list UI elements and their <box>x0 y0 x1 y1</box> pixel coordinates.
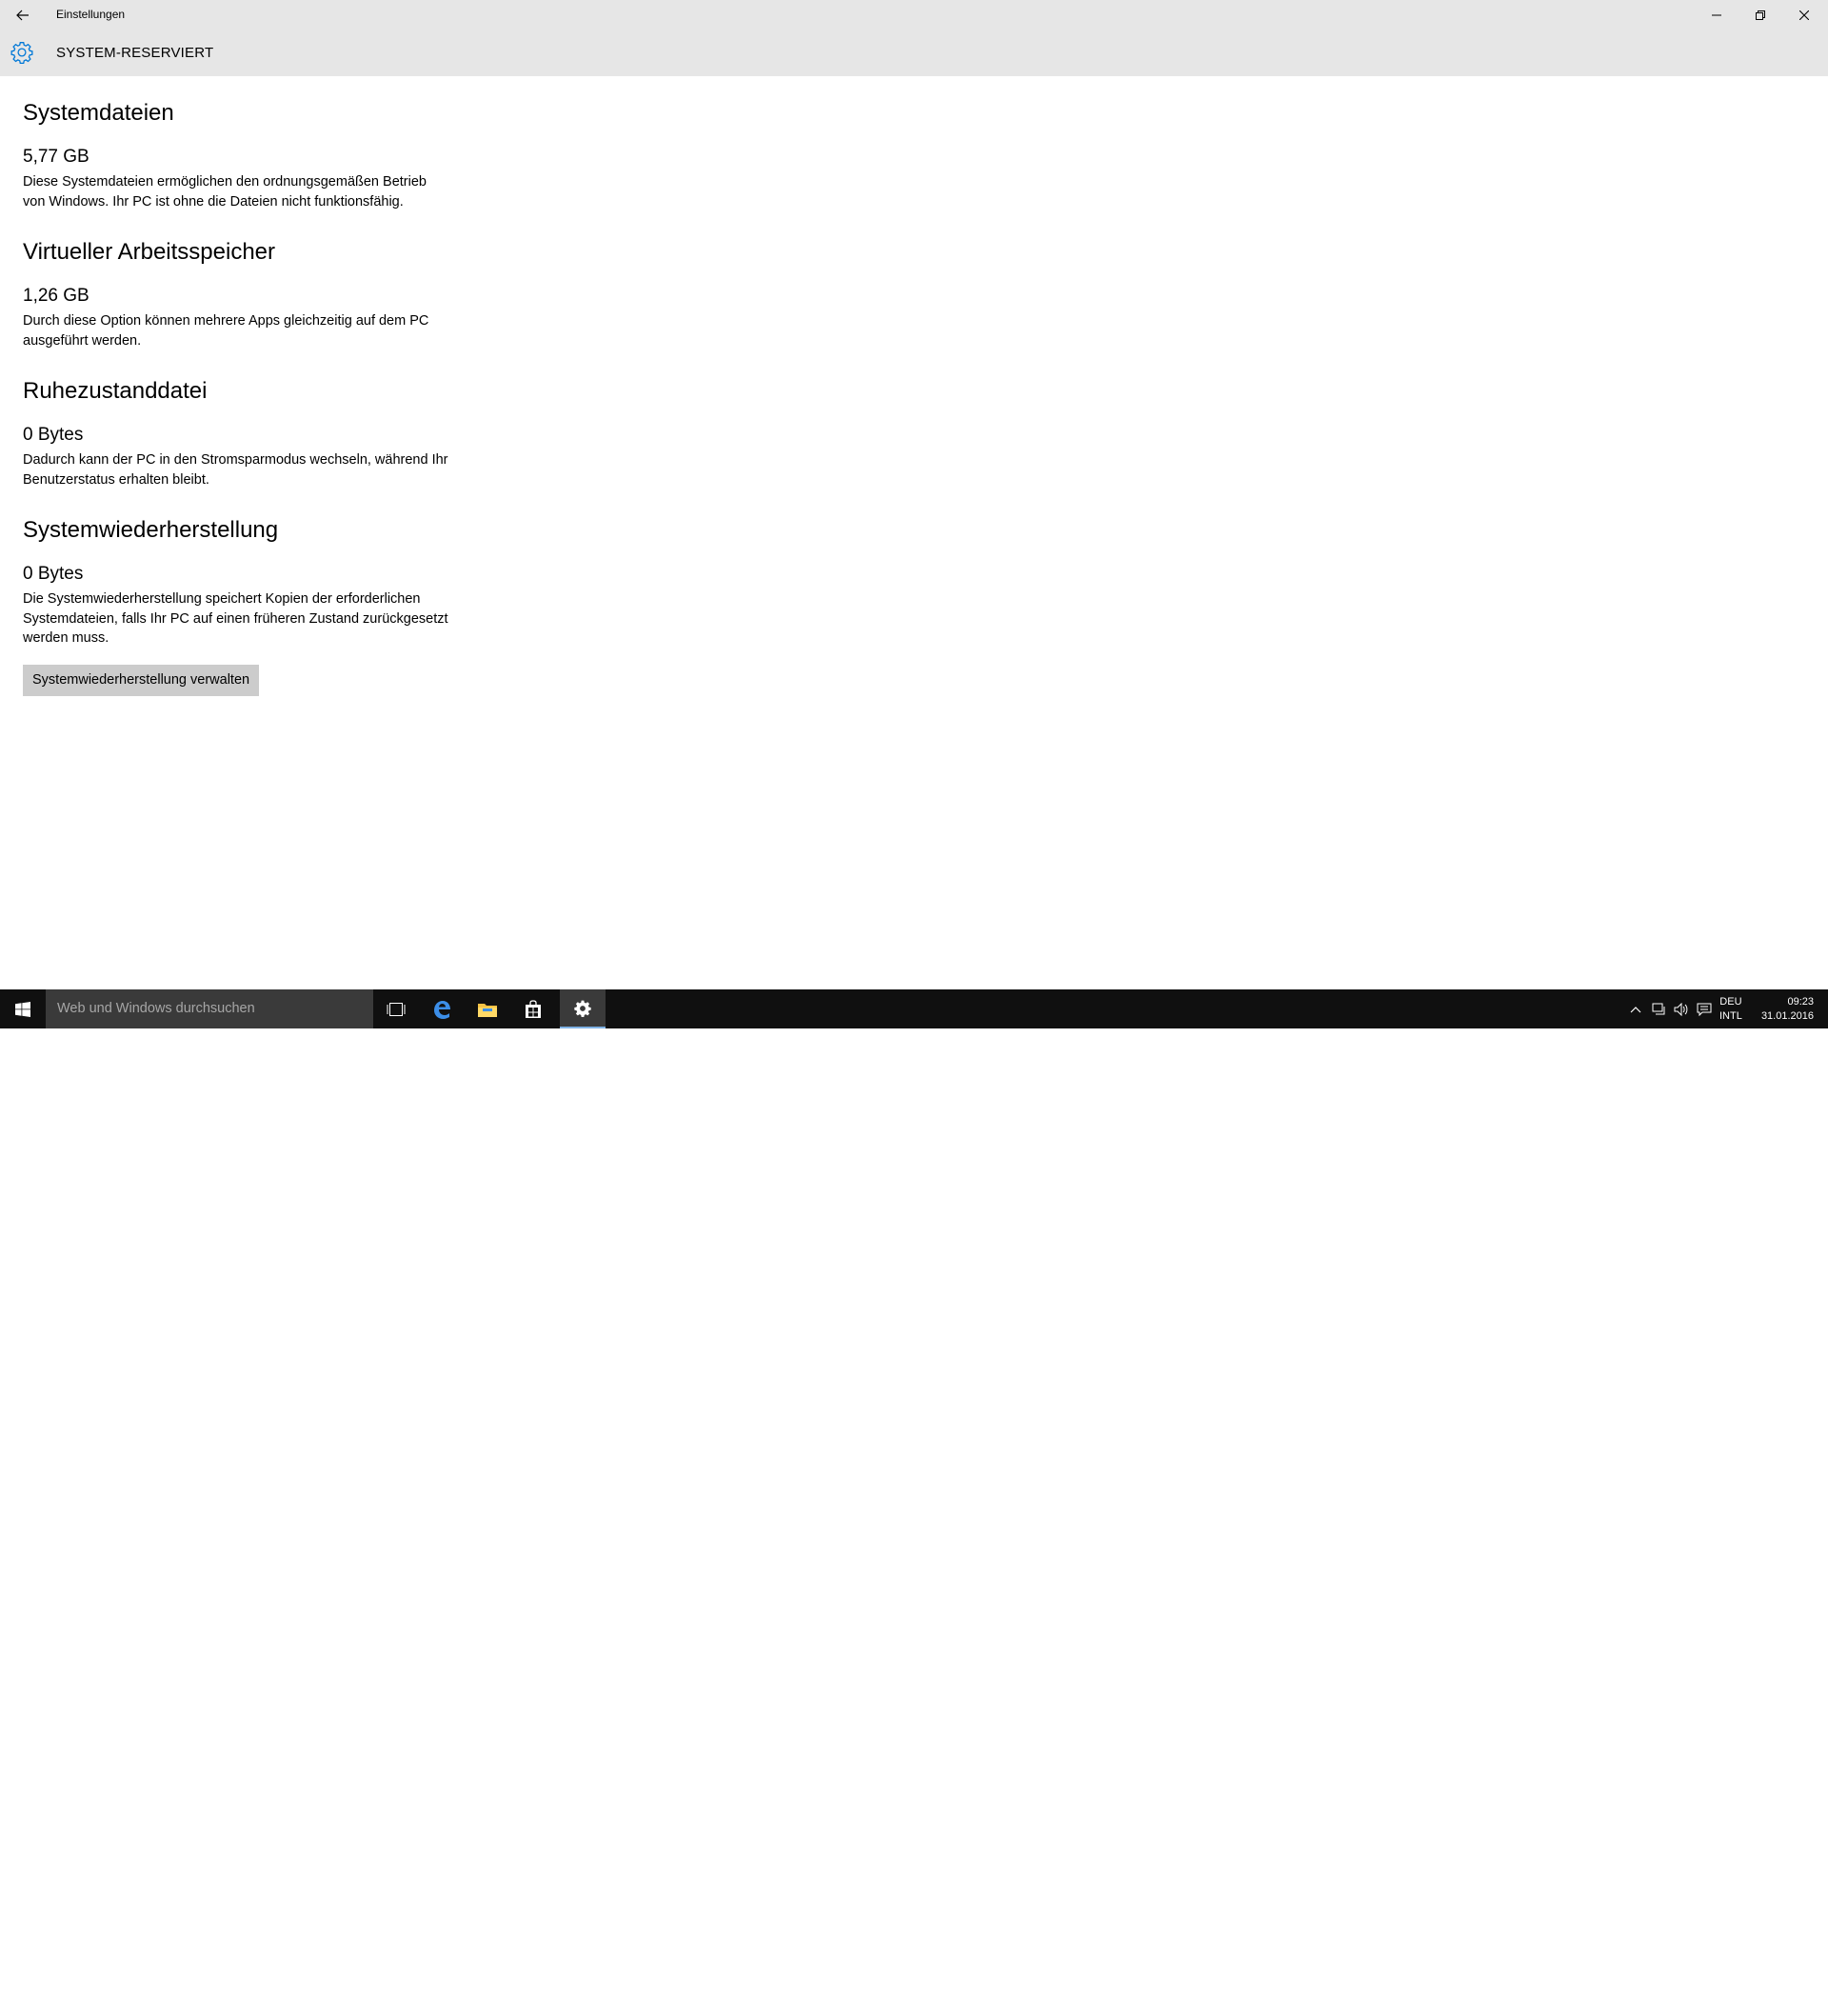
section-size: 0 Bytes <box>23 564 84 584</box>
section-hibernation-file: Ruhezustanddatei 0 Bytes Dadurch kann de… <box>23 373 451 489</box>
section-size: 1,26 GB <box>23 286 89 306</box>
section-system-restore: Systemwiederherstellung 0 Bytes Die Syst… <box>23 512 451 649</box>
section-heading: Ruhezustanddatei <box>23 378 208 404</box>
language-code: DEU <box>1719 996 1742 1008</box>
volume-button[interactable] <box>1672 1000 1691 1019</box>
section-description: Dadurch kann der PC in den Stromsparmodu… <box>23 452 448 488</box>
show-hidden-icons-button[interactable] <box>1626 1000 1645 1019</box>
section-system-files: Systemdateien 5,77 GB Diese Systemdateie… <box>23 95 451 211</box>
title-bar: Einstellungen SYSTEM-RESERVIERT <box>0 0 1828 76</box>
page-title: SYSTEM-RESERVIERT <box>56 45 214 61</box>
back-arrow-icon <box>16 10 29 21</box>
gear-icon <box>10 42 33 65</box>
section-heading: Systemwiederherstellung <box>23 517 279 543</box>
clock[interactable]: 09:23 31.01.2016 <box>1758 995 1814 1024</box>
search-placeholder: Web und Windows durchsuchen <box>57 1001 255 1016</box>
section-description: Diese Systemdateien ermöglichen den ordn… <box>23 174 427 210</box>
clock-time: 09:23 <box>1787 996 1814 1008</box>
search-input[interactable]: Web und Windows durchsuchen <box>46 989 373 1028</box>
section-heading: Systemdateien <box>23 100 174 126</box>
close-button[interactable] <box>1782 0 1826 30</box>
store-icon <box>526 999 541 1018</box>
task-view-button[interactable] <box>373 989 419 1028</box>
section-heading: Virtueller Arbeitsspeicher <box>23 239 276 265</box>
keyboard-layout: INTL <box>1719 1010 1742 1022</box>
close-icon <box>1799 10 1809 20</box>
input-language-indicator[interactable]: DEU INTL <box>1719 995 1742 1024</box>
action-center-button[interactable] <box>1695 1000 1714 1019</box>
book-watermark-icon <box>1589 1984 1637 2016</box>
network-icon <box>1652 1003 1665 1015</box>
section-description: Durch diese Option können mehrere Apps g… <box>23 313 429 349</box>
file-explorer-button[interactable] <box>465 989 510 1028</box>
store-button[interactable] <box>510 989 556 1028</box>
edge-icon <box>434 1000 450 1019</box>
start-button[interactable] <box>0 989 46 1028</box>
section-virtual-memory: Virtueller Arbeitsspeicher 1,26 GB Durch… <box>23 234 451 350</box>
restore-icon <box>1756 10 1765 20</box>
notification-icon <box>1697 1003 1712 1016</box>
manage-system-restore-button[interactable]: Systemwiederherstellung verwalten <box>23 664 260 696</box>
settings-icon <box>574 1000 591 1017</box>
windows-logo-icon <box>15 1001 30 1017</box>
task-view-icon <box>387 1002 406 1016</box>
chevron-up-icon <box>1630 1007 1641 1013</box>
content-area: Systemdateien 5,77 GB Diese Systemdateie… <box>23 95 451 696</box>
edge-button[interactable] <box>419 989 465 1028</box>
section-description: Die Systemwiederherstellung speichert Ko… <box>23 591 448 646</box>
section-size: 0 Bytes <box>23 425 84 445</box>
restore-button[interactable] <box>1739 0 1782 30</box>
settings-taskbar-button[interactable] <box>560 989 606 1028</box>
app-title: Einstellungen <box>56 8 126 21</box>
speaker-icon <box>1674 1003 1688 1016</box>
minimize-button[interactable] <box>1695 0 1739 30</box>
section-size: 5,77 GB <box>23 147 89 167</box>
back-button[interactable] <box>8 0 38 30</box>
minimize-icon <box>1712 14 1721 16</box>
network-button[interactable] <box>1650 1000 1669 1019</box>
clock-date: 31.01.2016 <box>1760 1010 1814 1022</box>
file-explorer-icon <box>478 1003 497 1017</box>
taskbar: Web und Windows durchsuchen The Collecti… <box>0 989 1828 2016</box>
